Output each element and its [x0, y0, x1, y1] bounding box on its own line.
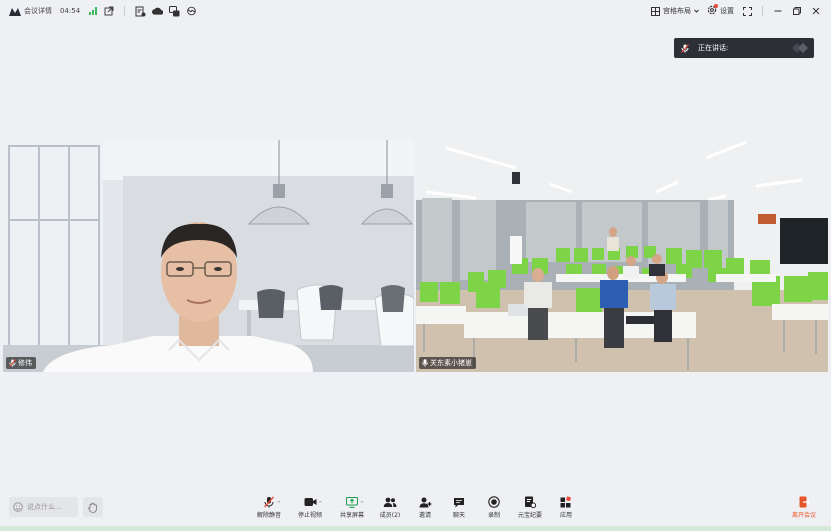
- participant-video-feed: [3, 140, 414, 372]
- meeting-details-button[interactable]: 会议详情: [9, 6, 52, 16]
- infinity-icon[interactable]: [186, 6, 197, 17]
- meeting-timer: 04:54: [60, 7, 81, 15]
- members-button[interactable]: 成员(2): [370, 496, 410, 519]
- add-person-icon: [419, 497, 431, 507]
- restore-icon[interactable]: [791, 6, 802, 17]
- layout-label: 宫格布局: [663, 7, 691, 15]
- stop-video-label: 停止视频: [297, 512, 322, 519]
- app-logo-icon: [9, 7, 21, 16]
- chat-label: 聊天: [452, 512, 465, 519]
- record-label: 录制: [487, 512, 500, 519]
- chevron-up-icon[interactable]: ^: [318, 501, 322, 507]
- participant-name-tag: 修伟: [6, 357, 36, 369]
- fullscreen-icon[interactable]: [742, 6, 753, 17]
- speaking-decoration: [792, 43, 808, 53]
- minutes-button[interactable]: 元宝纪要: [510, 496, 550, 519]
- signal-icon: [89, 7, 98, 15]
- settings-badge: [707, 4, 718, 17]
- stop-video-button[interactable]: ^ 停止视频: [290, 496, 330, 519]
- document-settings-icon[interactable]: [135, 6, 146, 17]
- chat-icon: [454, 497, 464, 507]
- record-button[interactable]: 录制: [474, 496, 514, 519]
- close-icon[interactable]: [810, 6, 821, 17]
- leave-icon: [799, 496, 810, 508]
- meeting-details-label: 会议详情: [24, 7, 52, 15]
- taskbar-strip: [0, 526, 831, 531]
- mic-icon: [422, 359, 428, 367]
- members-icon: [383, 497, 397, 507]
- apps-button[interactable]: 应用: [546, 496, 586, 519]
- mic-muted-icon: [9, 359, 16, 367]
- top-bar: 会议详情 04:54 宫格布局 设置: [0, 0, 831, 22]
- bottom-toolbar: 说点什么... ^ 解除静音 ^ 停止视频 ^ 共享屏幕 成员(2) 邀请 聊天…: [0, 488, 831, 526]
- divider: [124, 6, 126, 16]
- share-screen-label: 共享屏幕: [339, 512, 364, 519]
- layout-button[interactable]: 宫格布局: [651, 6, 699, 16]
- emoji-icon: [13, 502, 23, 512]
- chevron-up-icon[interactable]: ^: [360, 501, 364, 507]
- chat-button[interactable]: 聊天: [439, 496, 479, 519]
- cloud-icon[interactable]: [152, 6, 164, 17]
- participant-name: 修伟: [18, 359, 32, 367]
- video-camera-icon: [304, 498, 316, 506]
- grid-layout-icon: [651, 6, 660, 16]
- settings-button[interactable]: 设置: [707, 4, 734, 17]
- gear-icon: [707, 5, 717, 15]
- caption-icon[interactable]: [169, 5, 180, 17]
- raise-hand-button[interactable]: [83, 497, 103, 517]
- minimize-icon[interactable]: [772, 6, 783, 17]
- settings-label: 设置: [720, 7, 734, 15]
- leave-meeting-button[interactable]: 离开会议: [792, 496, 816, 519]
- mic-muted-icon: [681, 43, 689, 53]
- minutes-label: 元宝纪要: [517, 512, 542, 519]
- participant-video-feed: [416, 140, 828, 372]
- unmute-label: 解除静音: [256, 512, 281, 519]
- share-screen-icon: [346, 496, 358, 508]
- minutes-icon: [525, 496, 536, 508]
- chevron-up-icon[interactable]: ^: [277, 501, 281, 507]
- speaking-indicator: 正在讲话:: [674, 38, 814, 58]
- mic-muted-icon: [263, 496, 275, 508]
- video-tile-participant-1[interactable]: 修伟: [3, 140, 414, 372]
- external-link-icon[interactable]: [103, 6, 114, 17]
- video-tile-participant-2[interactable]: 关东素小猪崽: [416, 140, 828, 372]
- apps-grid-icon: [560, 496, 571, 508]
- quick-chat-input[interactable]: 说点什么...: [9, 497, 78, 517]
- share-screen-button[interactable]: ^ 共享屏幕: [332, 496, 372, 519]
- participant-name-tag: 关东素小猪崽: [419, 357, 476, 369]
- invite-label: 邀请: [418, 512, 431, 519]
- members-label: 成员(2): [379, 512, 401, 519]
- record-icon: [488, 496, 500, 508]
- speaking-label: 正在讲话:: [698, 44, 729, 52]
- chevron-down-icon: [694, 9, 699, 13]
- quick-chat-placeholder: 说点什么...: [27, 503, 62, 511]
- leave-label: 离开会议: [792, 512, 817, 519]
- apps-label: 应用: [559, 512, 572, 519]
- raise-hand-icon: [88, 502, 97, 513]
- participant-name: 关东素小猪崽: [430, 359, 472, 367]
- unmute-button[interactable]: ^ 解除静音: [249, 496, 289, 519]
- divider: [762, 6, 763, 16]
